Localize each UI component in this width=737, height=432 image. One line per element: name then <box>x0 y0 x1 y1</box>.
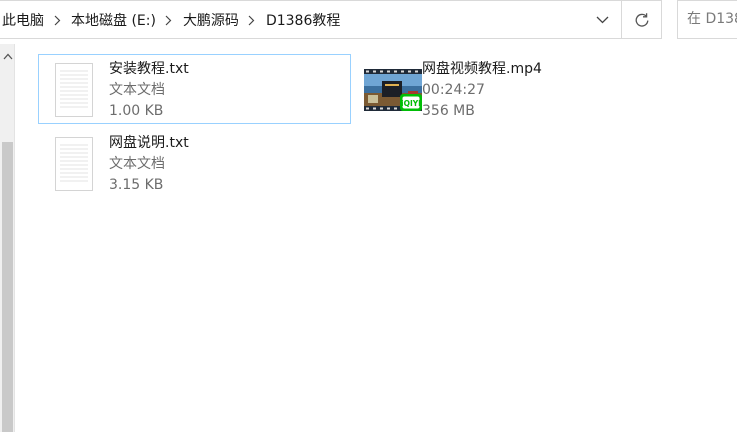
file-item-install-txt[interactable]: 安装教程.txt 文本文档 1.00 KB <box>38 54 351 124</box>
video-thumbnail-icon: iQIYI <box>364 61 422 119</box>
address-bar[interactable]: 此电脑 本地磁盘 (E:) 大鹏源码 D1386教程 <box>0 0 662 39</box>
file-details: 网盘说明.txt 文本文档 3.15 KB <box>109 133 189 196</box>
file-details: 安装教程.txt 文本文档 1.00 KB <box>109 59 189 122</box>
file-name: 安装教程.txt <box>109 61 189 77</box>
address-history-dropdown[interactable] <box>584 1 620 39</box>
search-input[interactable]: 在 D1386教程 中搜索 <box>677 0 737 39</box>
video-duration: 00:24:27 <box>422 82 485 98</box>
breadcrumb: 此电脑 本地磁盘 (E:) 大鹏源码 D1386教程 <box>0 1 342 39</box>
file-name: 网盘说明.txt <box>109 135 189 151</box>
file-explorer-window: 此电脑 本地磁盘 (E:) 大鹏源码 D1386教程 在 D13 安装教程.tx… <box>0 0 737 432</box>
file-details: 网盘视频教程.mp4 00:24:27 356 MB <box>422 59 542 122</box>
scroll-thumb[interactable] <box>2 142 13 432</box>
chevron-up-icon <box>3 53 12 59</box>
refresh-icon <box>635 13 649 27</box>
breadcrumb-this-pc[interactable]: 此电脑 <box>0 10 46 30</box>
svg-text:iQIYI: iQIYI <box>401 99 421 108</box>
chevron-right-icon[interactable] <box>241 15 263 26</box>
chevron-down-icon <box>596 16 608 24</box>
breadcrumb-drive-e[interactable]: 本地磁盘 (E:) <box>68 10 158 30</box>
chevron-right-icon[interactable] <box>158 15 180 26</box>
breadcrumb-folder-current[interactable]: D1386教程 <box>263 10 342 30</box>
refresh-button[interactable] <box>622 1 662 39</box>
file-type: 文本文档 <box>109 82 165 98</box>
text-file-icon <box>51 61 97 119</box>
chevron-right-icon[interactable] <box>46 15 68 26</box>
file-type: 文本文档 <box>109 156 165 172</box>
file-size: 3.15 KB <box>109 177 164 193</box>
file-size: 356 MB <box>422 103 475 119</box>
text-file-icon <box>51 135 97 193</box>
file-item-video-mp4[interactable]: iQIYI 网盘视频教程.mp4 00:24:27 356 MB <box>351 54 681 124</box>
file-name: 网盘视频教程.mp4 <box>422 61 542 77</box>
nav-pane-scrollbar[interactable] <box>0 44 15 432</box>
file-list: 安装教程.txt 文本文档 1.00 KB iQIYI 网盘视频教程.mp4 0… <box>16 44 737 432</box>
navigation-row: 此电脑 本地磁盘 (E:) 大鹏源码 D1386教程 在 D13 <box>0 0 737 40</box>
breadcrumb-folder-dapeng[interactable]: 大鹏源码 <box>180 10 241 30</box>
file-item-netdisk-txt[interactable]: 网盘说明.txt 文本文档 3.15 KB <box>38 128 351 198</box>
file-size: 1.00 KB <box>109 103 164 119</box>
scroll-up-button[interactable] <box>0 44 15 68</box>
